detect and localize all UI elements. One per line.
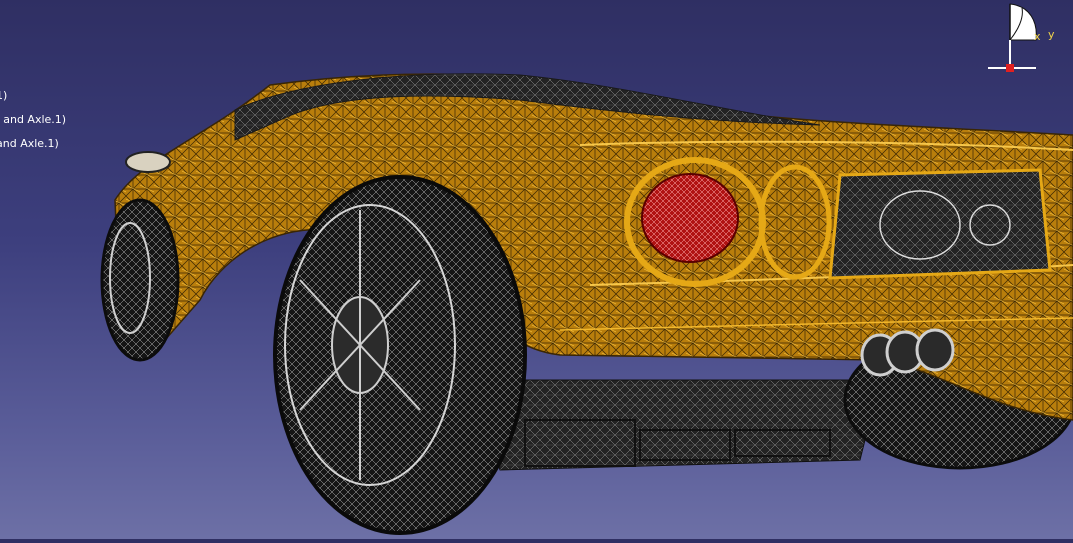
engine-bay	[828, 168, 1052, 280]
specification-tree: 1) s and Axle.1) and Axle.1)	[0, 86, 66, 158]
car-wireframe-model[interactable]	[0, 0, 1073, 539]
compass-widget[interactable]: x y	[980, 0, 1060, 80]
spec-tree-item[interactable]: 1)	[0, 86, 66, 110]
exhaust-pipes	[860, 328, 955, 377]
spec-tree-item[interactable]: and Axle.1)	[0, 134, 66, 158]
compass-y-label: y	[1048, 28, 1055, 41]
side-mirror	[125, 151, 171, 173]
spec-tree-item[interactable]: s and Axle.1)	[0, 110, 66, 134]
front-wheel	[100, 198, 180, 362]
chassis-underbody	[469, 379, 881, 471]
compass-x-label: x	[1034, 30, 1041, 43]
rear-left-wheel	[273, 175, 527, 535]
3d-viewport[interactable]: 1) s and Axle.1) and Axle.1) x y	[0, 0, 1073, 539]
